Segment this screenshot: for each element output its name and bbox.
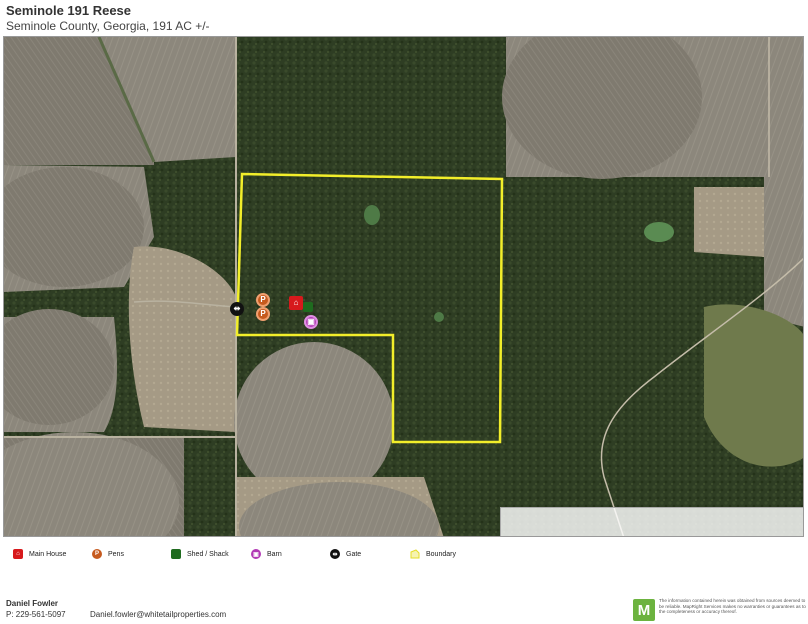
legend-item-barn: ▣ Barn xyxy=(251,549,282,559)
legend-item-main-house: ⌂ Main House xyxy=(13,549,66,559)
shed-icon xyxy=(171,549,181,559)
legend-item-pens: P Pens xyxy=(92,549,124,559)
legend-item-gate: ⇹ Gate xyxy=(330,549,361,559)
house-icon[interactable]: ⌂ xyxy=(289,296,303,310)
legend-label: Gate xyxy=(346,550,362,558)
gate-icon: ⇹ xyxy=(330,549,340,559)
legend-label: Barn xyxy=(267,550,282,558)
agent-email[interactable]: Daniel.fowler@whitetailproperties.com xyxy=(90,610,226,619)
barn-icon: ▣ xyxy=(251,549,261,559)
gate-icon[interactable]: ⇹ xyxy=(230,302,244,316)
map-legend: ⌂ Main House P Pens Shed / Shack ▣ Barn … xyxy=(0,549,808,567)
pens-icon[interactable]: P xyxy=(256,293,270,307)
mapright-logo: M xyxy=(633,599,655,621)
legend-item-shed: Shed / Shack xyxy=(171,549,229,559)
disclaimer-text: The information contained herein was obt… xyxy=(659,598,806,615)
barn-icon[interactable]: ▣ xyxy=(304,315,318,329)
pens-icon: P xyxy=(92,549,102,559)
map-title: Seminole 191 Reese xyxy=(6,3,132,18)
legend-label: Shed / Shack xyxy=(187,550,229,558)
field-right-2 xyxy=(764,187,803,327)
legend-label: Pens xyxy=(108,550,124,558)
shed-icon[interactable] xyxy=(303,302,313,312)
map-subtitle: Seminole County, Georgia, 191 AC +/- xyxy=(6,19,210,33)
legend-label: Main House xyxy=(29,550,67,558)
map-imagery xyxy=(4,37,803,536)
house-icon: ⌂ xyxy=(13,549,23,559)
legend-label: Boundary xyxy=(426,550,456,558)
agent-phone: P: 229-561-5097 xyxy=(6,610,66,619)
satellite-map[interactable]: ⇹ P P ⌂ ▣ 0 1000 2000 3000 4000ft xyxy=(3,36,804,537)
scale-bar: 0 1000 2000 3000 4000ft xyxy=(500,507,803,536)
legend-item-boundary: Boundary xyxy=(410,549,456,559)
map-header: Seminole 191 Reese Seminole County, Geor… xyxy=(6,3,210,33)
pens-icon[interactable]: P xyxy=(256,307,270,321)
boundary-icon xyxy=(410,549,420,559)
field-right-1 xyxy=(694,187,764,257)
agent-name: Daniel Fowler xyxy=(6,599,59,608)
